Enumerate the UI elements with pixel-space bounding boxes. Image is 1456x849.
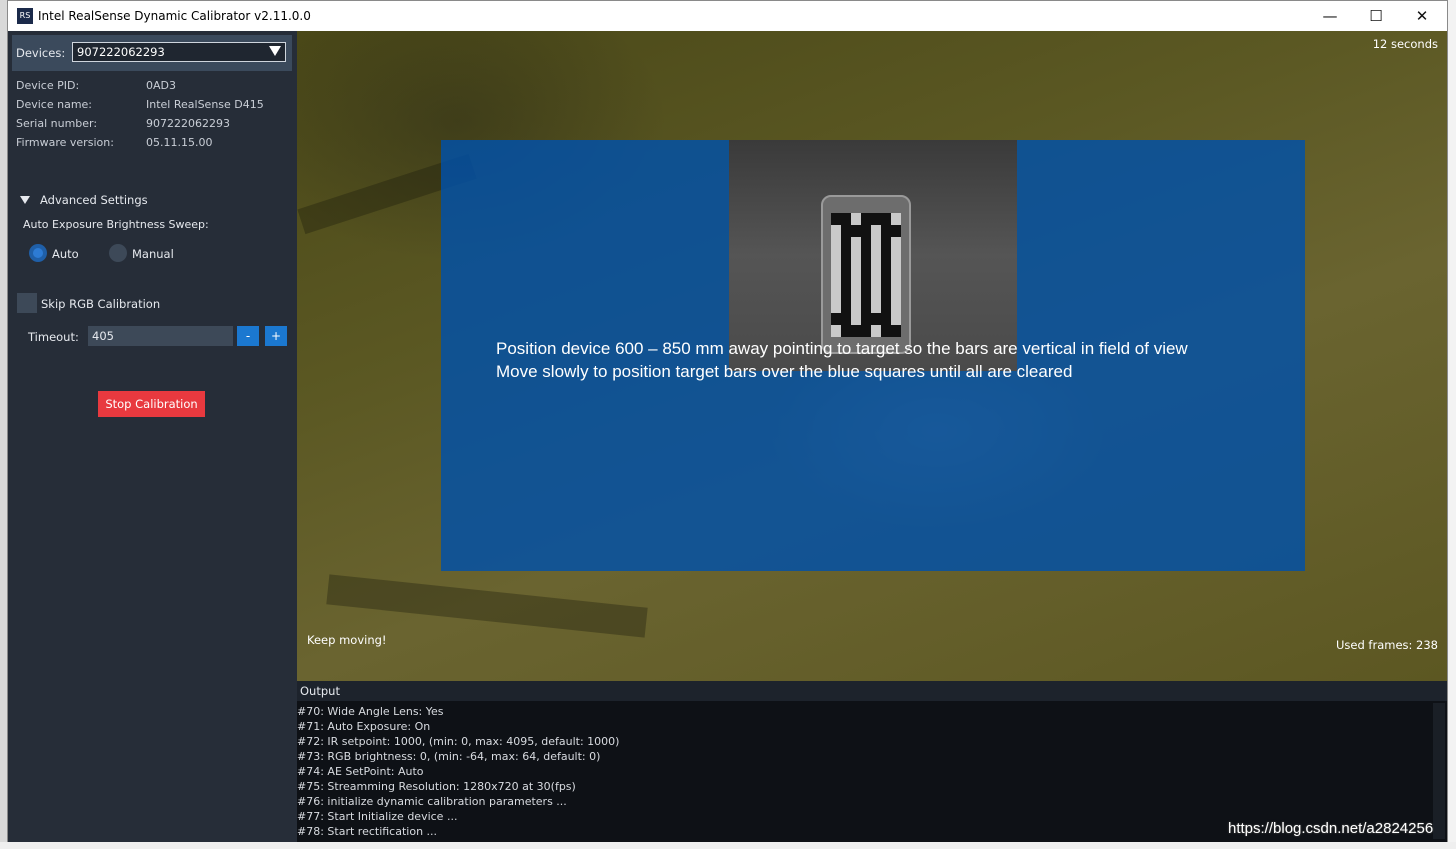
firmware-version-label: Firmware version: [16, 136, 114, 149]
radio-manual[interactable] [109, 244, 127, 262]
bar-target-pattern [831, 213, 901, 337]
countdown-timer: 12 seconds [1372, 37, 1438, 51]
close-button[interactable]: ✕ [1399, 1, 1445, 31]
output-scrollbar[interactable] [1433, 703, 1445, 839]
log-line: #76: initialize dynamic calibration para… [297, 795, 567, 808]
device-pid-label: Device PID: [16, 79, 80, 92]
status-message: Keep moving! [307, 633, 387, 647]
output-panel: Output #70: Wide Angle Lens: Yes #71: Au… [297, 681, 1447, 842]
log-line: #70: Wide Angle Lens: Yes [297, 705, 444, 718]
log-line: #73: RGB brightness: 0, (min: -64, max: … [297, 750, 601, 763]
used-frames-counter: Used frames: 238 [1335, 638, 1438, 652]
target-cleared-window [729, 140, 1017, 371]
app-logo-icon: RS [17, 8, 33, 24]
minimize-button[interactable]: — [1307, 1, 1353, 31]
skip-rgb-label[interactable]: Skip RGB Calibration [41, 297, 160, 311]
log-line: #75: Streamming Resolution: 1280x720 at … [297, 780, 576, 793]
serial-number-label: Serial number: [16, 117, 98, 130]
instruction-line-2: Move slowly to position target bars over… [496, 362, 1073, 381]
log-line: #74: AE SetPoint: Auto [297, 765, 424, 778]
log-line: #72: IR setpoint: 1000, (min: 0, max: 40… [297, 735, 620, 748]
device-name-label: Device name: [16, 98, 93, 111]
sweep-label: Auto Exposure Brightness Sweep: [23, 218, 209, 231]
output-title: Output [300, 684, 340, 698]
radio-manual-label[interactable]: Manual [132, 247, 174, 261]
app-window: RS Intel RealSense Dynamic Calibrator v2… [7, 0, 1448, 842]
log-line: #77: Start Initialize device ... [297, 810, 458, 823]
background-desktop-right [1448, 0, 1456, 849]
sidebar: Devices: 907222062293 Device PID: 0AD3 D… [8, 31, 297, 842]
radio-auto[interactable] [29, 244, 47, 262]
dropdown-arrow-icon[interactable] [269, 46, 281, 56]
instruction-line-1: Position device 600 – 850 mm away pointi… [496, 339, 1188, 358]
devices-dropdown-value: 907222062293 [77, 45, 165, 59]
timeout-label: Timeout: [28, 330, 79, 344]
radio-auto-label[interactable]: Auto [52, 247, 79, 261]
firmware-version-value: 05.11.15.00 [146, 136, 213, 149]
collapse-triangle-icon[interactable] [20, 196, 30, 204]
devices-label: Devices: [16, 46, 66, 60]
timeout-input[interactable] [88, 326, 233, 346]
maximize-button[interactable]: ☐ [1353, 1, 1399, 31]
background-desktop-left [0, 0, 7, 849]
output-header: Output [297, 681, 1447, 701]
log-line: #78: Start rectification ... [297, 825, 438, 838]
window-title: Intel RealSense Dynamic Calibrator v2.11… [38, 9, 311, 23]
advanced-settings-header[interactable]: Advanced Settings [40, 193, 148, 207]
devices-row: Devices: 907222062293 [12, 35, 292, 71]
timeout-increment-button[interactable]: + [265, 326, 287, 346]
camera-view: 12 seconds Position device 600 – 850 mm … [297, 31, 1447, 681]
background-desktop-bottom [0, 842, 1456, 849]
title-bar[interactable]: RS Intel RealSense Dynamic Calibrator v2… [8, 1, 1447, 31]
serial-number-value: 907222062293 [146, 117, 230, 130]
stop-calibration-button[interactable]: Stop Calibration [98, 391, 205, 417]
device-pid-value: 0AD3 [146, 79, 176, 92]
log-line: #71: Auto Exposure: On [297, 720, 431, 733]
phone-target-image [821, 195, 911, 354]
timeout-decrement-button[interactable]: - [237, 326, 259, 346]
scene-shadow [326, 574, 648, 638]
device-name-value: Intel RealSense D415 [146, 98, 264, 111]
skip-rgb-checkbox[interactable] [17, 293, 37, 313]
watermark-url: https://blog.csdn.net/a2824256 [1228, 820, 1434, 837]
devices-dropdown[interactable]: 907222062293 [72, 42, 286, 62]
